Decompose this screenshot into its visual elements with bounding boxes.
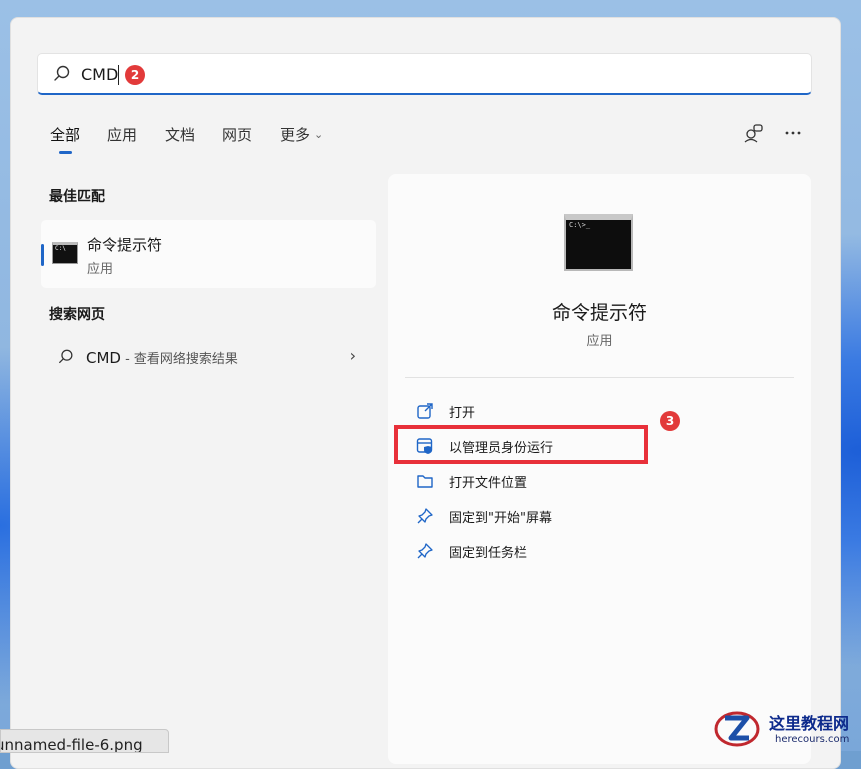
account-switch-icon[interactable]: [743, 122, 765, 144]
selection-indicator: [41, 244, 44, 266]
detail-app-name: 命令提示符: [551, 302, 647, 324]
site-logo-icon: [714, 711, 760, 747]
action-pin-to-taskbar[interactable]: 固定到任务栏: [416, 540, 656, 564]
file-name-tooltip: unnamed-file-6.png: [0, 729, 169, 753]
open-external-icon: [417, 403, 433, 419]
command-prompt-large-icon: C:\>_: [564, 214, 633, 271]
pin-icon: [417, 508, 433, 524]
best-match-result[interactable]: C:\ 命令提示符 应用: [41, 220, 376, 288]
action-open-file-location[interactable]: 打开文件位置: [416, 470, 656, 494]
active-tab-indicator: [59, 151, 72, 154]
web-search-text: CMD - 查看网络搜索结果: [86, 348, 238, 367]
highlight-annotation-box: [394, 425, 648, 464]
action-open-label: 打开: [449, 406, 476, 421]
watermark-url: herecours.com: [775, 734, 850, 745]
detail-app-type: 应用: [586, 334, 613, 349]
text-caret: [118, 65, 119, 85]
tab-more-label: 更多: [280, 126, 311, 144]
best-match-heading: 最佳匹配: [49, 189, 105, 205]
web-search-term: CMD: [86, 349, 121, 367]
action-open[interactable]: 打开: [416, 400, 656, 424]
file-name-text: unnamed-file-6.png: [0, 736, 143, 753]
more-options-icon[interactable]: [784, 124, 802, 142]
best-match-name: 命令提示符: [87, 236, 163, 254]
command-prompt-icon: C:\: [52, 242, 78, 264]
best-match-type: 应用: [87, 262, 114, 277]
site-watermark: 这里教程网 herecours.com: [713, 706, 861, 751]
action-pin-to-start-label: 固定到"开始"屏幕: [449, 511, 552, 526]
tab-web[interactable]: 网页: [222, 124, 252, 145]
web-search-result[interactable]: CMD - 查看网络搜索结果 ›: [41, 340, 376, 376]
pin-icon: [417, 543, 433, 559]
search-input[interactable]: CMD 2: [37, 53, 812, 95]
app-detail-panel: C:\>_ 命令提示符 应用 打开 以管理员身份运行 打开文件位置 固定到"开始…: [388, 174, 811, 764]
web-search-suffix: - 查看网络搜索结果: [120, 352, 238, 367]
action-pin-to-taskbar-label: 固定到任务栏: [449, 546, 528, 561]
search-icon: [59, 349, 73, 364]
tab-all[interactable]: 全部: [50, 124, 80, 145]
watermark-title: 这里教程网: [769, 714, 850, 733]
step-badge-3: 3: [660, 411, 680, 431]
web-search-heading: 搜索网页: [49, 307, 105, 323]
tab-more[interactable]: 更多 ⌄: [280, 124, 323, 145]
step-badge-2: 2: [125, 65, 145, 85]
divider: [405, 377, 794, 378]
folder-icon: [417, 475, 433, 488]
tab-apps[interactable]: 应用: [107, 124, 137, 145]
action-pin-to-start[interactable]: 固定到"开始"屏幕: [416, 505, 656, 529]
search-icon: [54, 65, 70, 81]
search-query[interactable]: CMD: [81, 65, 118, 84]
chevron-down-icon: ⌄: [314, 128, 324, 141]
chevron-right-icon[interactable]: ›: [350, 346, 356, 365]
tab-documents[interactable]: 文档: [165, 124, 195, 145]
action-open-file-location-label: 打开文件位置: [449, 476, 528, 491]
